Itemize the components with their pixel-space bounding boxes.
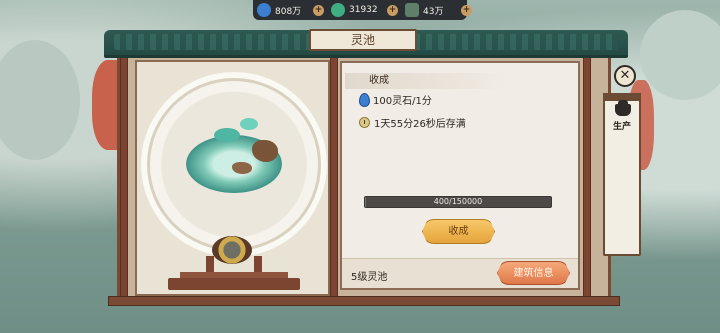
resource-scroll[interactable]: 43万 + xyxy=(401,0,475,20)
pool-leaf xyxy=(214,128,240,142)
pool-rock xyxy=(232,162,252,174)
pillar-middle xyxy=(330,56,338,300)
time-to-full-row: 1天55分26秒后存满 xyxy=(359,115,466,130)
resource-value: 31932 xyxy=(349,5,378,15)
section-title: 收成 xyxy=(345,73,505,89)
progress-text: 400/150000 xyxy=(433,197,483,206)
spirit-stone-icon xyxy=(257,3,271,17)
collect-button[interactable]: 收成 xyxy=(422,219,495,244)
pillar-right xyxy=(583,56,591,300)
close-icon[interactable]: ✕ xyxy=(614,65,636,87)
pool-rock xyxy=(252,140,278,162)
stand-ornament xyxy=(212,236,252,264)
scroll-icon xyxy=(405,3,419,17)
add-icon[interactable]: + xyxy=(387,4,398,16)
resource-jade[interactable]: 31932 + xyxy=(327,0,401,20)
resource-bar: 808万 + 31932 + 43万 + xyxy=(253,0,472,20)
base-step xyxy=(108,296,620,306)
time-to-full: 1天55分26秒后存满 xyxy=(374,119,466,130)
bg-tree-right xyxy=(640,10,720,100)
stand-base xyxy=(168,278,300,290)
resource-value: 43万 xyxy=(423,6,444,17)
page-title: 灵池 xyxy=(309,29,417,51)
resource-spirit-stone[interactable]: 808万 + xyxy=(253,0,327,20)
display-stand xyxy=(168,236,300,290)
pool-leaf xyxy=(240,118,258,130)
tab-production-label: 生产 xyxy=(612,122,631,132)
pot-icon xyxy=(615,100,631,116)
tab-production[interactable] xyxy=(603,93,641,256)
pillar-left xyxy=(120,56,128,300)
building-level: 5级灵池 xyxy=(351,272,388,283)
resource-value: 808万 xyxy=(275,6,302,17)
production-rate: 100灵石/1分 xyxy=(373,96,432,107)
building-info-button[interactable]: 建筑信息 xyxy=(497,261,570,285)
spirit-stone-icon xyxy=(359,92,370,107)
add-icon[interactable]: + xyxy=(313,4,324,16)
clock-icon xyxy=(359,117,370,128)
add-icon[interactable]: + xyxy=(461,4,472,16)
production-rate-row: 100灵石/1分 xyxy=(359,92,432,107)
jade-icon xyxy=(331,3,345,17)
